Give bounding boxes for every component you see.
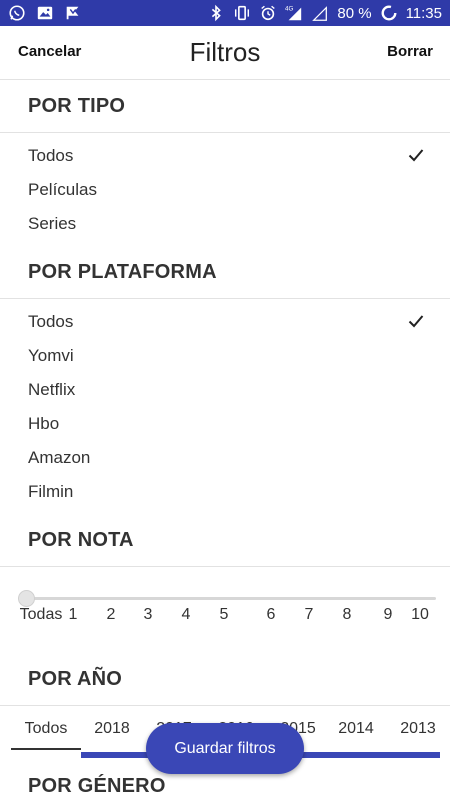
rating-tick: 6 [266,606,276,623]
section-platform-title: POR PLATAFORMA [28,261,217,283]
platform-option-yomvi[interactable]: Yomvi [28,346,74,366]
rating-slider-track[interactable] [26,597,436,600]
rating-tick: 7 [304,606,314,623]
signal-icon: 4G [285,4,303,22]
section-year-title: POR AÑO [28,668,122,690]
flag-icon [64,4,82,22]
section-genre-title: POR GÉNERO [28,775,166,797]
check-icon [408,314,424,328]
rating-tick: 8 [342,606,352,623]
section-type-header: POR TIPO [0,80,450,133]
year-tab[interactable]: 2014 [338,720,374,738]
section-rating-title: POR NOTA [28,529,134,551]
section-platform-header: POR PLATAFORMA [0,246,450,299]
battery-percent: 80 % [337,4,372,22]
rating-tick: 2 [106,606,116,623]
battery-ring-icon [380,4,398,22]
filters-header: Cancelar Filtros Borrar [0,26,450,80]
type-option-all[interactable]: Todos [28,146,73,166]
alarm-icon [259,4,277,22]
section-rating-header: POR NOTA [0,514,450,567]
bluetooth-icon [207,4,225,22]
rating-tick: 3 [143,606,153,623]
vibrate-icon [233,4,251,22]
clear-button[interactable]: Borrar [387,43,433,60]
page-title: Filtros [189,37,261,67]
section-type-title: POR TIPO [28,95,126,117]
platform-option-hbo[interactable]: Hbo [28,414,59,434]
save-filters-button[interactable]: Guardar filtros [146,723,304,774]
platform-option-filmin[interactable]: Filmin [28,482,73,502]
type-option-movies[interactable]: Películas [28,180,97,200]
rating-tick: 4 [181,606,191,623]
clock: 11:35 [405,4,442,22]
rating-tick: 1 [68,606,78,623]
platform-option-netflix[interactable]: Netflix [28,380,75,400]
check-icon [408,148,424,162]
signal-empty-icon [311,4,329,22]
platform-option-amazon[interactable]: Amazon [28,448,90,468]
status-bar: 4G 80 % 11:35 [0,0,450,26]
rating-tick: 5 [219,606,229,623]
year-tab[interactable]: 2018 [94,720,130,738]
platform-option-all[interactable]: Todos [28,312,73,332]
year-tab-indicator [11,748,81,750]
rating-tick: 10 [411,606,429,623]
rating-tick: Todas [19,606,63,623]
year-tab[interactable]: Todos [25,720,68,738]
rating-tick: 9 [383,606,393,623]
svg-text:4G: 4G [285,5,294,12]
image-icon [36,4,54,22]
rating-slider-thumb[interactable] [18,590,35,607]
type-option-series[interactable]: Series [28,214,76,234]
year-tab[interactable]: 2013 [400,720,436,738]
section-year-header: POR AÑO [0,653,450,706]
whatsapp-icon [8,4,26,22]
